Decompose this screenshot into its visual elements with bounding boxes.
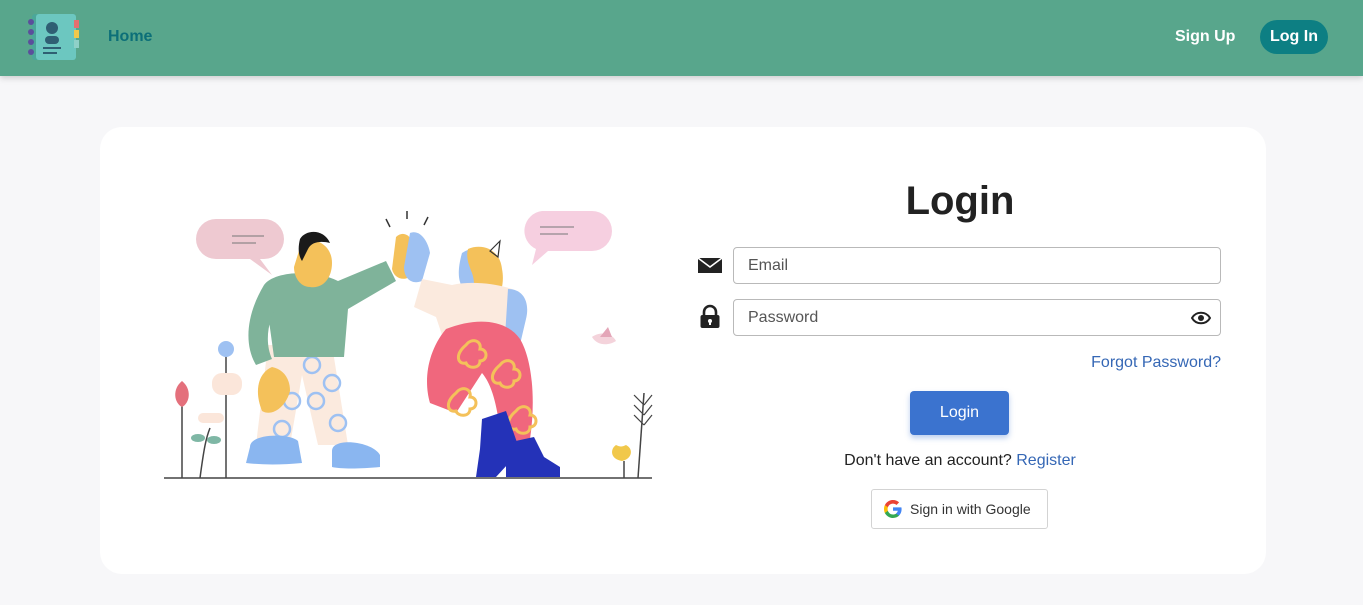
navbar: Home Sign Up Log In	[0, 0, 1363, 76]
google-signin-button[interactable]: Sign in with Google	[871, 489, 1048, 529]
google-signin-label: Sign in with Google	[910, 501, 1031, 517]
forgot-password-link[interactable]: Forgot Password?	[1080, 354, 1221, 372]
register-link[interactable]: Register	[1016, 452, 1076, 469]
address-book-icon[interactable]	[26, 12, 80, 62]
email-field[interactable]	[733, 247, 1221, 284]
email-input[interactable]	[734, 248, 1220, 283]
register-prompt-text: Don't have an account?	[844, 452, 1012, 469]
eye-icon[interactable]	[1191, 309, 1211, 327]
google-g-icon	[884, 500, 902, 518]
nav-login-button[interactable]: Log In	[1260, 20, 1328, 54]
login-title: Login	[905, 179, 1015, 223]
nav-home-link[interactable]: Home	[108, 28, 152, 46]
login-submit-button[interactable]: Login	[910, 391, 1009, 435]
password-input[interactable]	[734, 300, 1220, 335]
lock-icon	[700, 304, 720, 328]
password-field[interactable]	[733, 299, 1221, 336]
envelope-icon	[697, 257, 723, 273]
nav-signup-link[interactable]: Sign Up	[1175, 28, 1235, 46]
high-five-illustration	[164, 211, 653, 479]
login-card: Login Forgot Password? Login Don't have …	[100, 127, 1266, 574]
register-prompt: Don't have an account? Register	[800, 452, 1120, 470]
